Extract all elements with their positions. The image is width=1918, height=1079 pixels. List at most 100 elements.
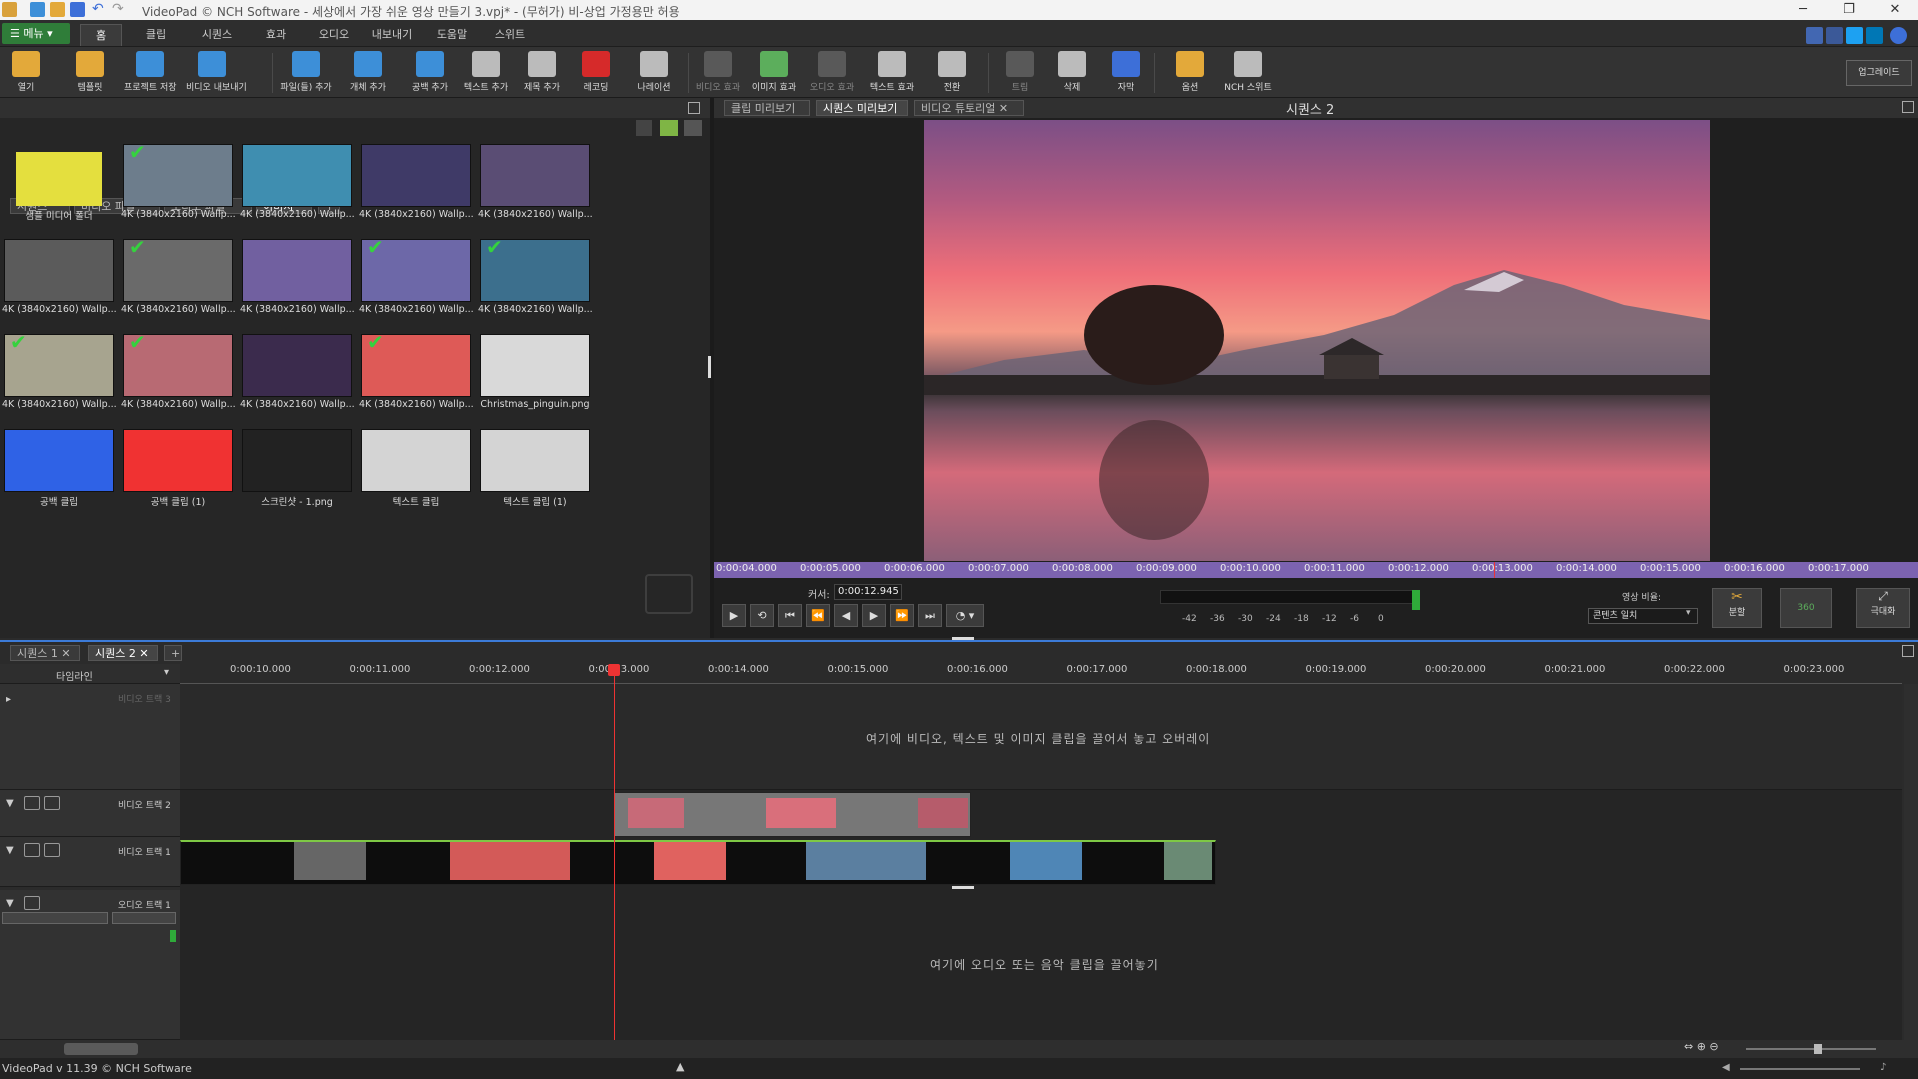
eye-icon[interactable] xyxy=(24,843,40,857)
delete-icon[interactable] xyxy=(636,120,652,136)
zoom-icons[interactable]: ⇔ ⊕ ⊖ xyxy=(1684,1040,1719,1053)
tab-help[interactable]: 도움말 xyxy=(430,24,474,46)
toolbar-button-0[interactable]: 열기 xyxy=(0,49,52,97)
media-item[interactable]: 공백 클립 xyxy=(2,429,116,523)
media-item[interactable]: 4K (3840x2160) Wallp... xyxy=(240,334,354,428)
new-folder-icon[interactable] xyxy=(660,120,678,136)
media-item[interactable]: 4K (3840x2160) Wallp... xyxy=(359,144,473,238)
toolbar-button-4[interactable]: 파일(들) 추가 xyxy=(280,49,332,97)
upgrade-button[interactable]: 업그레이드 xyxy=(1846,60,1912,86)
toolbar-button-5[interactable]: 개체 추가 xyxy=(342,49,394,97)
timeline-tab-0[interactable]: 시퀀스 1 ✕ xyxy=(10,645,80,661)
close-button[interactable]: ✕ xyxy=(1872,0,1918,20)
step-back-button[interactable]: ◀ xyxy=(834,604,858,627)
toolbar-button-8[interactable]: 제목 추가 xyxy=(516,49,568,97)
toolbar-button-18[interactable]: 자막 xyxy=(1100,49,1152,97)
media-item[interactable]: 4K (3840x2160) Wallp... ✔ xyxy=(478,237,592,333)
zoom-slider[interactable] xyxy=(1746,1048,1876,1050)
media-item[interactable]: 4K (3840x2160) Wallp... ✔ xyxy=(359,237,473,333)
timeline-tab-1[interactable]: 시퀀스 2 ✕ xyxy=(88,645,158,661)
new-icon[interactable] xyxy=(30,2,45,17)
film-icon[interactable] xyxy=(44,843,60,857)
timeline-ruler[interactable] xyxy=(180,664,1902,684)
collapse-arrow-icon[interactable]: ▲ xyxy=(676,1060,684,1073)
list-view-icon[interactable] xyxy=(684,120,702,136)
preview-tab-2[interactable]: 비디오 튜토리얼 ✕ xyxy=(914,100,1024,116)
toolbar-button-1[interactable]: 템플릿 xyxy=(64,49,116,97)
tab-clip[interactable]: 클립 xyxy=(136,24,176,46)
toolbar-button-3[interactable]: 비디오 내보내기 xyxy=(186,49,247,97)
help-icon[interactable] xyxy=(1890,27,1907,44)
aspect-select[interactable]: 콘텐츠 일치 xyxy=(1588,608,1698,624)
volume-icon[interactable]: ◀ xyxy=(1722,1062,1730,1073)
cursor-time-field[interactable]: 0:00:12.945 xyxy=(834,584,902,600)
toolbar-button-16[interactable]: 트림 xyxy=(994,49,1046,97)
preview-tab-1[interactable]: 시퀀스 미리보기 xyxy=(816,100,908,116)
media-item[interactable]: Christmas_pinguin.png xyxy=(478,334,592,428)
speed-button[interactable]: ◔ ▾ xyxy=(946,604,984,627)
playhead-handle[interactable] xyxy=(608,664,620,676)
timeline-tab-2[interactable]: + xyxy=(164,645,182,661)
toolbar-button-15[interactable]: 전환 xyxy=(926,49,978,97)
chevron-down-icon[interactable]: ▾ xyxy=(164,667,169,678)
media-item[interactable]: 텍스트 클립 (1) xyxy=(478,429,592,523)
media-item[interactable]: 4K (3840x2160) Wallp... ✔ xyxy=(359,332,473,428)
fullscreen-button[interactable]: ⤢ 극대화 xyxy=(1856,588,1910,628)
toolbar-button-2[interactable]: 프로젝트 저장 xyxy=(124,49,177,97)
undo-icon[interactable]: ↶ xyxy=(92,2,107,17)
scroll-thumb[interactable] xyxy=(64,1043,138,1055)
to-start-button[interactable]: ⏮ xyxy=(778,604,802,627)
speaker-icon[interactable] xyxy=(24,896,40,910)
tab-audio[interactable]: 오디오 xyxy=(312,24,356,46)
to-end-button[interactable]: ⏭ xyxy=(918,604,942,627)
timeline-mode-label[interactable]: 타임라인 xyxy=(56,668,93,683)
timeline-playhead[interactable] xyxy=(614,664,615,1040)
tab-sequence[interactable]: 시퀀스 xyxy=(196,24,238,46)
popout-icon[interactable] xyxy=(1902,645,1914,657)
media-item[interactable]: 텍스트 클립 xyxy=(359,429,473,523)
open-icon[interactable] xyxy=(50,2,65,17)
media-item[interactable]: 4K (3840x2160) Wallp... ✔ xyxy=(121,332,235,428)
vertical-scrollbar[interactable] xyxy=(1904,684,1918,1040)
master-volume-slider[interactable] xyxy=(1740,1068,1860,1070)
twitter-icon[interactable] xyxy=(1846,27,1863,44)
speaker-icon[interactable]: ♪ xyxy=(1880,1062,1886,1073)
toolbar-button-20[interactable]: NCH 스위트 xyxy=(1222,49,1274,97)
play-button[interactable]: ▶ xyxy=(722,604,746,627)
preview-ruler[interactable]: 0:00:04.000 0:00:05.000 0:00:06.000 0:00:07… xyxy=(714,562,1918,578)
popout-icon[interactable] xyxy=(688,102,700,114)
toolbar-button-17[interactable]: 삭제 xyxy=(1046,49,1098,97)
zoom-slider-thumb[interactable] xyxy=(1814,1044,1822,1054)
loop-button[interactable]: ⟲ xyxy=(750,604,774,627)
toolbar-button-10[interactable]: 나레이션 xyxy=(628,49,680,97)
preview-tab-0[interactable]: 클립 미리보기 xyxy=(724,100,810,116)
tab-suite[interactable]: 스위트 xyxy=(488,24,532,46)
popout-icon[interactable] xyxy=(1902,101,1914,113)
split-button[interactable]: ✂ 분할 xyxy=(1712,588,1762,628)
pan-slider[interactable] xyxy=(112,912,176,924)
tab-export[interactable]: 내보내기 xyxy=(368,24,416,46)
tab-home[interactable]: 홈 xyxy=(80,24,122,46)
restore-button[interactable]: ❐ xyxy=(1826,0,1872,20)
redo-icon[interactable]: ↷ xyxy=(112,2,127,17)
tab-effects[interactable]: 효과 xyxy=(256,24,296,46)
toolbar-button-7[interactable]: 텍스트 추가 xyxy=(460,49,512,97)
film-icon[interactable] xyxy=(44,796,60,810)
save-icon[interactable] xyxy=(70,2,85,17)
media-item[interactable]: 4K (3840x2160) Wallp... xyxy=(478,144,592,238)
toolbar-button-14[interactable]: 텍스트 효과 xyxy=(866,49,918,97)
toolbar-button-9[interactable]: 레코딩 xyxy=(570,49,622,97)
media-item[interactable]: 4K (3840x2160) Wallp... ✔ xyxy=(121,237,235,333)
media-item[interactable]: 4K (3840x2160) Wallp... ✔ xyxy=(121,142,235,238)
toolbar-button-11[interactable]: 비디오 효과 xyxy=(692,49,744,97)
media-item[interactable]: 스크린샷 - 1.png xyxy=(240,429,354,523)
like-icon[interactable] xyxy=(1806,27,1823,44)
main-menu-button[interactable]: ☰ 메뉴 ▾ xyxy=(2,23,70,44)
linkedin-icon[interactable] xyxy=(1866,27,1883,44)
step-forward-button[interactable]: ▶ xyxy=(862,604,886,627)
media-item[interactable]: 공백 클립 (1) xyxy=(121,429,235,523)
media-item[interactable]: 샘플 미디어 폴더 xyxy=(2,144,116,238)
volume-slider[interactable] xyxy=(2,912,108,924)
media-item[interactable]: 4K (3840x2160) Wallp... xyxy=(240,239,354,333)
minimize-button[interactable]: ─ xyxy=(1780,0,1826,20)
